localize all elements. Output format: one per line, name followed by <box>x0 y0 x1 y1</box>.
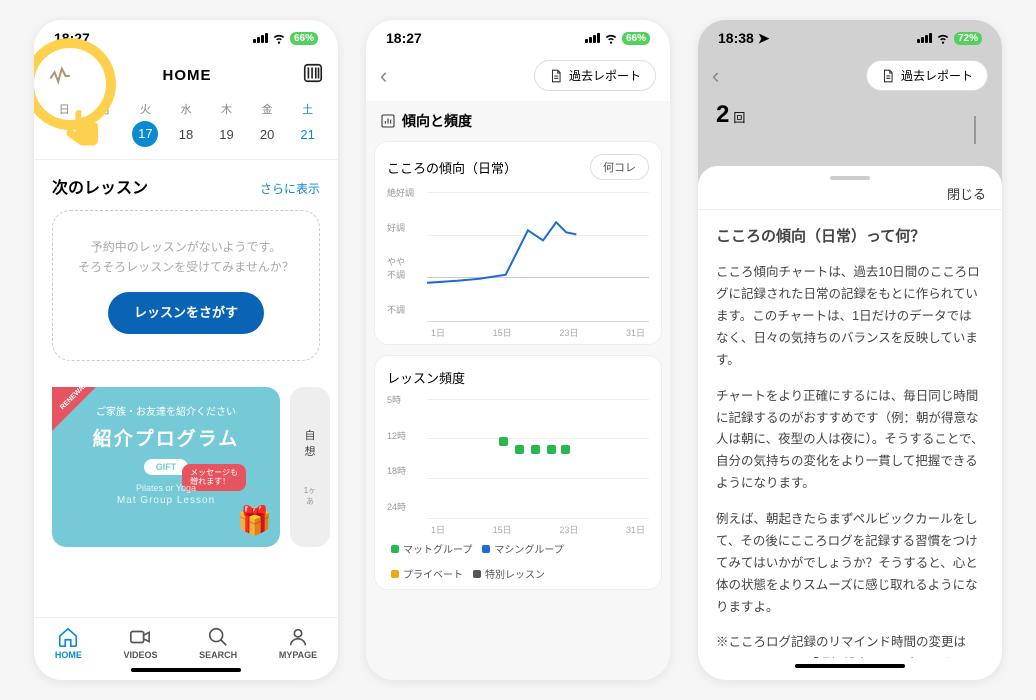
signal-icon <box>253 33 268 43</box>
next-lesson-section: 次のレッスン さらに表示 予約中のレッスンがないようです。 そろそろレッスンを受… <box>34 160 338 387</box>
signal-icon <box>917 33 932 43</box>
mood-line <box>427 192 649 323</box>
phone-home: 18:27 66% HOME 日 月 火 水 木 金 土 17 18 19 20… <box>34 20 338 680</box>
battery-badge: 66% <box>622 32 650 45</box>
status-bar: 18:38 ➤ 72% <box>698 20 1002 56</box>
battery-badge: 66% <box>290 32 318 45</box>
lesson-frequency-card: レッスン頻度 5時 12時 18時 24時 <box>374 355 662 590</box>
sheet-paragraph: こころ傾向チャートは、過去10日間のこころログに記録された日常の記録をもとに作ら… <box>716 262 984 371</box>
bar-chart-icon <box>380 113 396 129</box>
wifi-icon <box>936 31 950 45</box>
frequency-legend: マットグループ マシングループ プライベート 特別レッスン <box>387 533 649 581</box>
document-icon <box>881 69 895 83</box>
tab-search[interactable]: SEARCH <box>199 626 237 660</box>
home-icon <box>57 626 79 648</box>
chart-bar-peek <box>974 116 976 144</box>
mood-y-axis: 絶好調 好調 やや 不調 不調 <box>387 186 414 316</box>
status-time: 18:38 ➤ <box>718 30 769 47</box>
tutorial-pointer <box>34 38 116 130</box>
sub-header: ‹ 過去レポート <box>366 56 670 101</box>
legend-private: プライベート <box>391 566 463 581</box>
referral-promo-card[interactable]: ご家族・お友達を紹介ください 紹介プログラム GIFT メッセージも 贈れます！… <box>52 387 280 547</box>
freq-point <box>515 445 524 454</box>
video-icon <box>129 626 151 648</box>
sheet-paragraph: チャートをより正確にするには、毎日同じ時間に記録するのがおすすめです（例：朝が得… <box>716 386 984 495</box>
document-icon <box>549 69 563 83</box>
tab-videos[interactable]: VIDEOS <box>123 626 157 660</box>
phone-trend-report: 18:27 66% ‹ 過去レポート 傾向と頻度 こころの傾向（日常） 何コレ … <box>366 20 670 680</box>
home-indicator <box>131 668 241 672</box>
tab-mypage[interactable]: MYPAGE <box>279 626 317 660</box>
empty-lesson-card: 予約中のレッスンがないようです。 そろそろレッスンを受けてみませんか？ レッスン… <box>52 210 320 361</box>
sheet-close-button[interactable]: 閉じる <box>698 180 1002 209</box>
explanation-bottom-sheet: 閉じる こころの傾向（日常）って何？ こころ傾向チャートは、過去10日間のこころ… <box>698 166 1002 680</box>
battery-badge: 72% <box>954 32 982 45</box>
find-lesson-button[interactable]: レッスンをさがす <box>108 292 264 334</box>
tab-home[interactable]: HOME <box>55 626 82 660</box>
past-reports-button[interactable]: 過去レポート <box>534 60 656 91</box>
bottom-tab-bar: HOME VIDEOS SEARCH MYPAGE <box>34 617 338 662</box>
sub-header: ‹ 過去レポート <box>698 56 1002 101</box>
status-time: 18:27 <box>386 30 422 46</box>
legend-special: 特別レッスン <box>473 566 545 581</box>
empty-line-1: 予約中のレッスンがないようです。 <box>67 237 305 257</box>
freq-point <box>499 437 508 446</box>
phone-explanation-sheet: 18:38 ➤ 72% ‹ 過去レポート 2 回 閉じる こころの傾向（日常）っ… <box>698 20 1002 680</box>
pointer-hand-icon <box>64 108 106 158</box>
trend-section-title: 傾向と頻度 <box>374 101 662 141</box>
back-button[interactable]: ‹ <box>712 63 719 89</box>
page-title: HOME <box>163 67 212 84</box>
freq-point <box>531 445 540 454</box>
sheet-scroll-body[interactable]: こころの傾向（日常）って何？ こころ傾向チャートは、過去10日間のこころログに記… <box>698 209 1002 658</box>
status-bar: 18:27 66% <box>366 20 670 56</box>
mood-line-chart: 絶好調 好調 やや 不調 不調 1日 15日 23日 <box>387 186 649 336</box>
freq-point <box>561 445 570 454</box>
freq-point <box>547 445 556 454</box>
next-lesson-title: 次のレッスン <box>52 174 148 198</box>
user-icon <box>287 626 309 648</box>
location-icon: ➤ <box>758 30 770 46</box>
scan-icon-button[interactable] <box>302 62 324 89</box>
sheet-title: こころの傾向（日常）って何？ <box>716 224 984 250</box>
empty-line-2: そろそろレッスンを受けてみませんか？ <box>67 257 305 277</box>
lesson-count: 2 回 <box>698 101 1002 137</box>
whats-this-button[interactable]: 何コレ <box>590 154 649 180</box>
renewal-ribbon <box>52 387 96 431</box>
sheet-paragraph: 例えば、朝起きたらまずペルビックカールをして、その後にこころログを記録する習慣を… <box>716 509 984 618</box>
mood-trend-card: こころの傾向（日常） 何コレ 絶好調 好調 やや 不調 不調 <box>374 141 662 345</box>
gift-icon: 🎁 <box>237 504 272 537</box>
wifi-icon <box>272 31 286 45</box>
calendar-today[interactable]: 17 <box>132 121 158 147</box>
report-scroll-body[interactable]: 傾向と頻度 こころの傾向（日常） 何コレ 絶好調 好調 やや 不調 不調 <box>366 101 670 680</box>
search-icon <box>207 626 229 648</box>
freq-x-axis: 1日 15日 23日 31日 <box>427 523 649 536</box>
promo-card-peek[interactable]: 自 想 1ヶ あ <box>290 387 330 547</box>
freq-y-axis: 5時 12時 18時 24時 <box>387 393 406 513</box>
status-right: 66% <box>253 31 318 45</box>
home-indicator <box>795 664 905 668</box>
sheet-paragraph: ※こころログ記録のリマインド時間の変更はMYPAGEにある「通知設定」から変えら… <box>716 632 984 658</box>
back-button[interactable]: ‹ <box>380 63 387 89</box>
signal-icon <box>585 33 600 43</box>
promo-carousel[interactable]: ご家族・お友達を紹介ください 紹介プログラム GIFT メッセージも 贈れます！… <box>34 387 338 547</box>
past-reports-button[interactable]: 過去レポート <box>866 60 988 91</box>
wifi-icon <box>604 31 618 45</box>
mood-x-axis: 1日 15日 23日 31日 <box>427 326 649 339</box>
legend-machine: マシングループ <box>482 541 563 556</box>
legend-mat: マットグループ <box>391 541 472 556</box>
show-more-link[interactable]: さらに表示 <box>260 180 320 197</box>
frequency-scatter-chart: 5時 12時 18時 24時 1日 15日 <box>387 393 649 533</box>
